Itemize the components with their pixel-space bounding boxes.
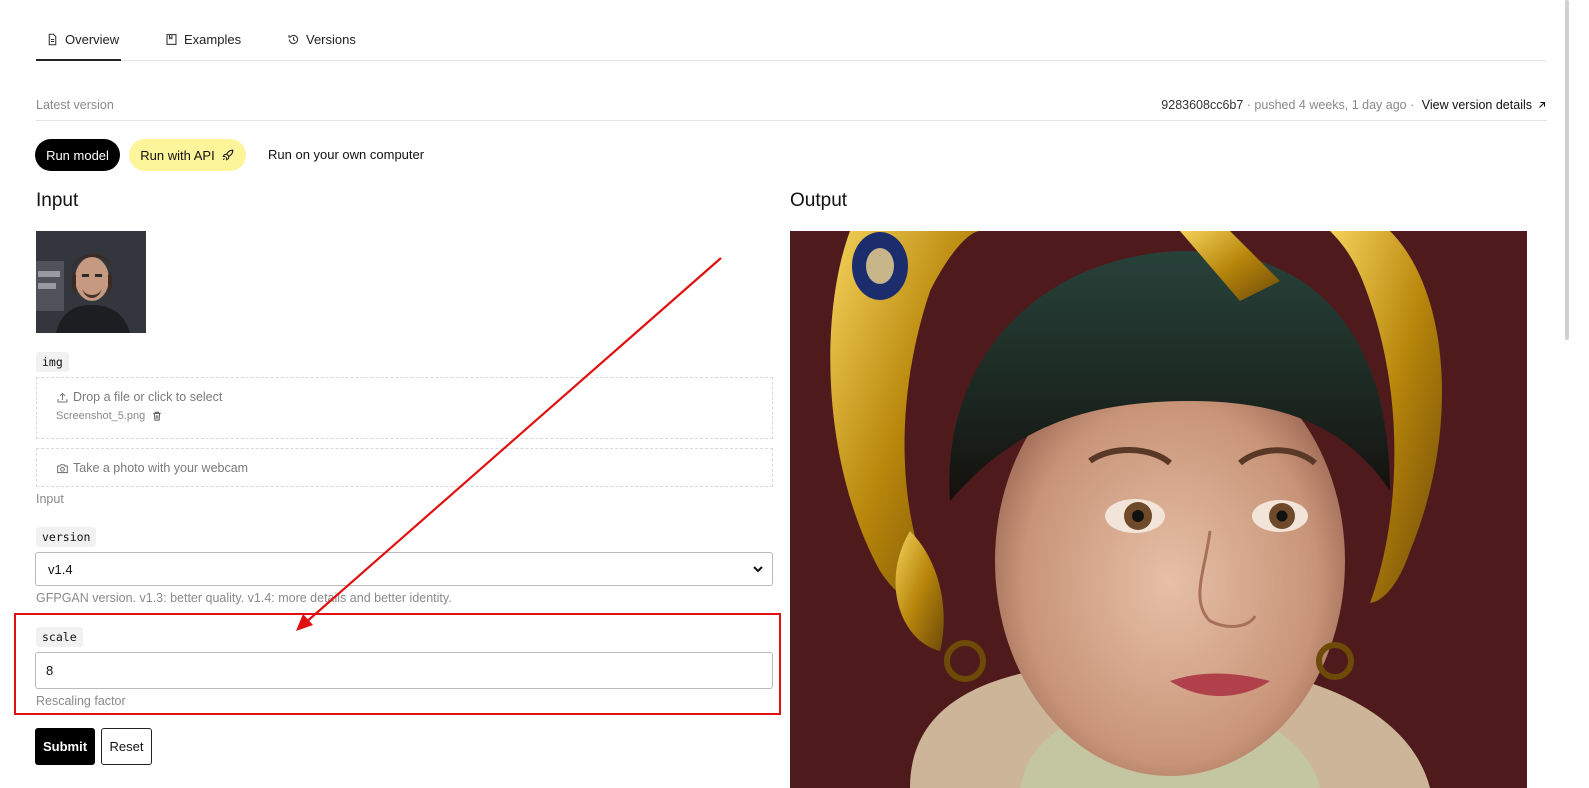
version-info: 9283608cc6b7 · pushed 4 weeks, 1 day ago… [1161, 98, 1547, 112]
run-with-api-label: Run with API [140, 147, 215, 163]
upload-icon [57, 392, 68, 402]
input-heading: Input [36, 190, 79, 211]
tab-overview[interactable]: Overview [36, 32, 121, 61]
run-with-api-button[interactable]: Run with API [129, 139, 246, 171]
scale-field-badge: scale [36, 627, 83, 647]
run-model-button[interactable]: Run model [35, 139, 120, 171]
scale-input[interactable]: 8 [35, 652, 773, 689]
chevron-down-icon [753, 566, 763, 573]
tab-label: Examples [184, 32, 242, 47]
view-version-details-link[interactable]: View version details [1422, 98, 1532, 112]
version-hash: 9283608cc6b7 [1161, 98, 1244, 112]
version-row: Latest version 9283608cc6b7 · pushed 4 w… [36, 94, 1547, 121]
tab-label: Overview [65, 32, 120, 47]
arrow-up-right-icon [1539, 101, 1546, 108]
tab-label: Versions [306, 32, 356, 47]
version-selected-value: v1.4 [48, 561, 73, 577]
camera-icon [57, 463, 68, 473]
version-pushed: · pushed 4 weeks, 1 day ago · [1243, 98, 1418, 112]
document-icon [48, 33, 57, 46]
tab-bar: Overview Examples Versions [36, 0, 1547, 61]
page-scrollbar[interactable] [1565, 0, 1569, 340]
version-field-hint: GFPGAN version. v1.3: better quality. v1… [36, 591, 452, 605]
bookmark-icon [166, 34, 177, 45]
output-portrait [790, 231, 1527, 788]
selected-file: Screenshot_5.png [56, 410, 163, 422]
version-select[interactable]: v1.4 [35, 552, 773, 586]
file-dropzone[interactable]: Drop a file or click to select Screensho… [36, 377, 773, 439]
file-name: Screenshot_5.png [56, 410, 146, 422]
tab-versions[interactable]: Versions [287, 32, 356, 61]
tab-examples[interactable]: Examples [165, 32, 241, 61]
history-icon [288, 34, 299, 45]
portrait-image [36, 231, 146, 333]
submit-button[interactable]: Submit [35, 728, 95, 765]
latest-version-label: Latest version [36, 98, 114, 112]
webcam-capture[interactable]: Take a photo with your webcam [36, 448, 773, 487]
version-field-badge: version [36, 527, 97, 547]
output-heading: Output [790, 190, 848, 211]
img-field-badge: img [36, 352, 69, 372]
scale-value: 8 [46, 663, 54, 678]
webcam-text: Take a photo with your webcam [73, 461, 249, 475]
webcam-prompt: Take a photo with your webcam [56, 461, 248, 475]
trash-icon[interactable] [151, 410, 163, 422]
dropzone-prompt: Drop a file or click to select [56, 390, 222, 404]
output-image [790, 231, 1527, 788]
input-image-thumbnail [36, 231, 146, 333]
dropzone-text: Drop a file or click to select [73, 390, 223, 404]
img-field-hint: Input [36, 492, 64, 506]
reset-button[interactable]: Reset [101, 728, 152, 765]
scale-field-hint: Rescaling factor [36, 694, 126, 708]
rocket-icon [222, 149, 234, 161]
run-on-own-computer-link[interactable]: Run on your own computer [268, 147, 424, 162]
